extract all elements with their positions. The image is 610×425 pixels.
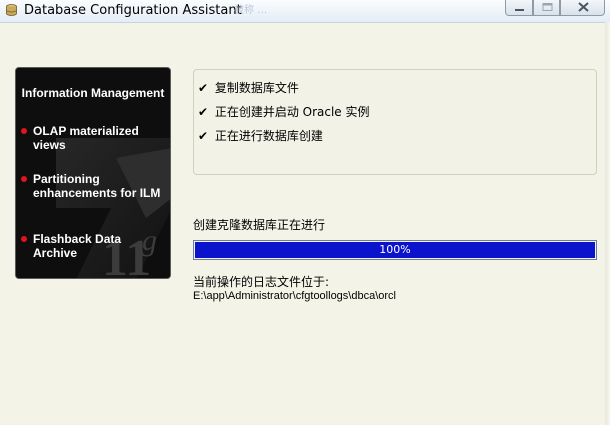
log-file-label: 当前操作的日志文件位于: (193, 275, 330, 289)
checkmark-icon: ✔ (198, 105, 209, 119)
product-info-panel: 11 g Information Management OLAP materia… (15, 67, 171, 279)
checkmark-icon: ✔ (198, 129, 209, 143)
panel-heading: Information Management (21, 86, 165, 100)
window-title: Database Configuration Assistant (24, 3, 242, 18)
progress-label: 创建克隆数据库正在进行 (193, 218, 326, 232)
step-item: ✔ 正在进行数据库创建 (198, 129, 323, 143)
feature-item-olap: OLAP materialized views (21, 124, 163, 152)
background-tab-label: 被称 … (234, 5, 268, 16)
step-item: ✔ 复制数据库文件 (198, 81, 299, 95)
dbca-app-icon (6, 4, 17, 16)
log-file-path: E:\app\Administrator\cfgtoollogs\dbca\or… (193, 290, 396, 302)
close-button[interactable] (560, 0, 605, 16)
progress-bar: 100% (193, 240, 597, 260)
bullet-icon (21, 236, 27, 242)
step-item: ✔ 正在创建并启动 Oracle 实例 (198, 105, 370, 119)
checkmark-icon: ✔ (198, 81, 209, 95)
minimize-icon (515, 9, 524, 11)
title-bar[interactable]: Database Configuration Assistant 被称 … (0, 0, 610, 23)
steps-list: ✔ 复制数据库文件 ✔ 正在创建并启动 Oracle 实例 ✔ 正在进行数据库创… (193, 69, 597, 175)
minimize-button[interactable] (505, 0, 533, 16)
bullet-icon (21, 176, 27, 182)
close-icon (578, 2, 589, 12)
maximize-icon (542, 3, 553, 11)
progress-percent: 100% (379, 243, 411, 256)
bullet-icon (21, 128, 27, 134)
feature-item-flashback: Flashback Data Archive (21, 232, 163, 260)
window-edge (605, 22, 610, 425)
feature-item-partitioning: Partitioning enhancements for ILM (21, 172, 163, 200)
maximize-button[interactable] (533, 0, 560, 16)
